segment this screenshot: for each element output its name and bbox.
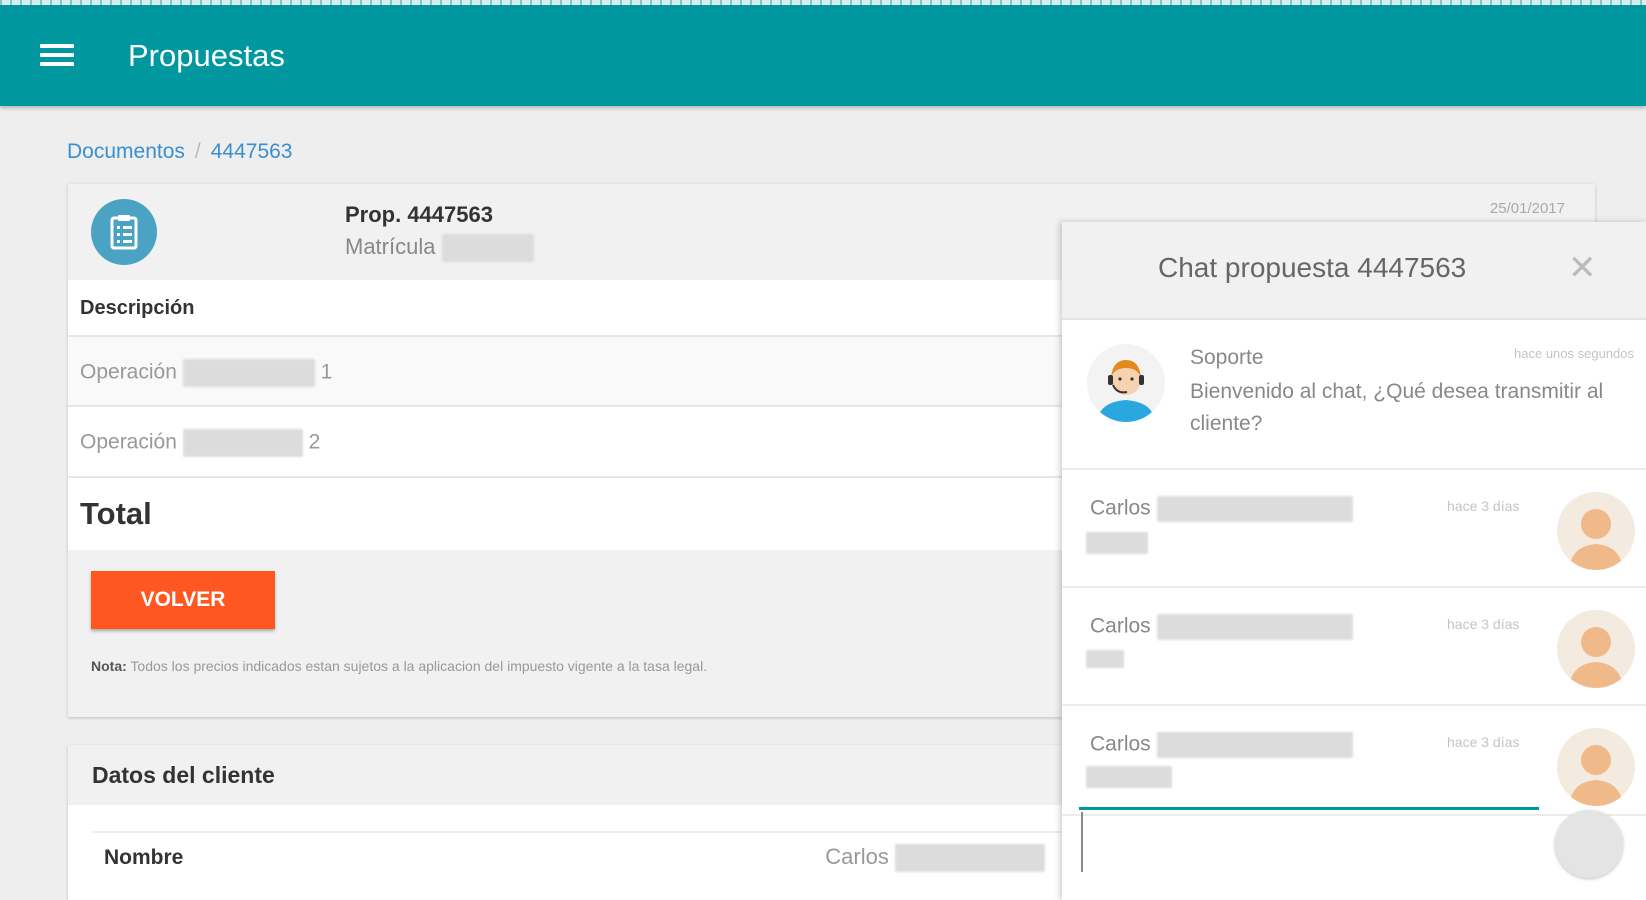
user-avatar [1557, 492, 1635, 570]
redacted-value [1156, 496, 1353, 522]
chat-message-input[interactable] [1081, 812, 1541, 872]
close-icon[interactable]: ✕ [1568, 248, 1597, 288]
page-title: Propuestas [128, 38, 285, 73]
chat-message: Carlos hace 3 días [1062, 588, 1646, 706]
send-button[interactable] [1555, 810, 1623, 878]
user-avatar [1557, 610, 1635, 688]
description-header: Descripción [80, 297, 195, 319]
operation-label: Operación 1 [80, 359, 332, 387]
message-time: hace unos segundos [1514, 346, 1634, 361]
chat-message: Soporte hace unos segundos Bienvenido al… [1062, 320, 1646, 470]
breadcrumb: Documentos / 4447563 [67, 140, 293, 164]
message-time: hace 3 días [1447, 498, 1520, 514]
chat-message: Carlos hace 3 días [1062, 706, 1646, 816]
redacted-message-text [1086, 532, 1148, 554]
breadcrumb-current-link[interactable]: 4447563 [211, 140, 293, 163]
message-time: hace 3 días [1447, 734, 1520, 750]
client-name-value: Carlos [825, 844, 1045, 873]
top-progress-strip [0, 0, 1646, 5]
message-sender: Carlos [1090, 614, 1353, 640]
message-text: Bienvenido al chat, ¿Qué desea transmiti… [1190, 380, 1604, 435]
proposal-date: 25/01/2017 [1489, 200, 1565, 217]
user-avatar [1557, 728, 1635, 806]
chat-title: Chat propuesta 4447563 [1158, 252, 1467, 283]
hamburger-menu-icon[interactable] [40, 44, 74, 70]
redacted-value [1156, 732, 1353, 758]
proposal-title: Prop. 4447563 [345, 202, 493, 227]
breadcrumb-separator: / [194, 140, 201, 163]
support-avatar [1087, 344, 1165, 422]
chat-message: Carlos hace 3 días [1062, 470, 1646, 588]
total-label: Total [80, 496, 152, 531]
clipboard-icon [91, 199, 157, 265]
operation-label: Operación 2 [80, 429, 320, 457]
volver-button[interactable]: VOLVER [91, 571, 275, 629]
chat-input-underline [1079, 807, 1539, 810]
message-sender: Carlos [1090, 496, 1353, 522]
redacted-value [182, 429, 303, 457]
app-header: Propuestas [0, 0, 1646, 106]
breadcrumb-documentos-link[interactable]: Documentos [67, 140, 185, 163]
redacted-message-text [1086, 766, 1172, 788]
redacted-value [1156, 614, 1353, 640]
redacted-value [441, 234, 534, 263]
redacted-message-text [1086, 650, 1124, 668]
chat-header: Chat propuesta 4447563 ✕ [1062, 222, 1646, 320]
matricula-label: Matrícula [345, 234, 534, 263]
redacted-value [182, 359, 315, 387]
price-note: Nota: Todos los precios indicados estan … [91, 658, 708, 674]
message-sender: Carlos [1090, 732, 1353, 758]
message-sender: Soporte [1190, 346, 1264, 369]
message-time: hace 3 días [1447, 616, 1520, 632]
redacted-value [895, 844, 1045, 873]
client-data-title: Datos del cliente [92, 762, 275, 788]
chat-panel: Chat propuesta 4447563 ✕ Soporte hace un… [1062, 222, 1646, 900]
client-name-label: Nombre [104, 846, 184, 869]
